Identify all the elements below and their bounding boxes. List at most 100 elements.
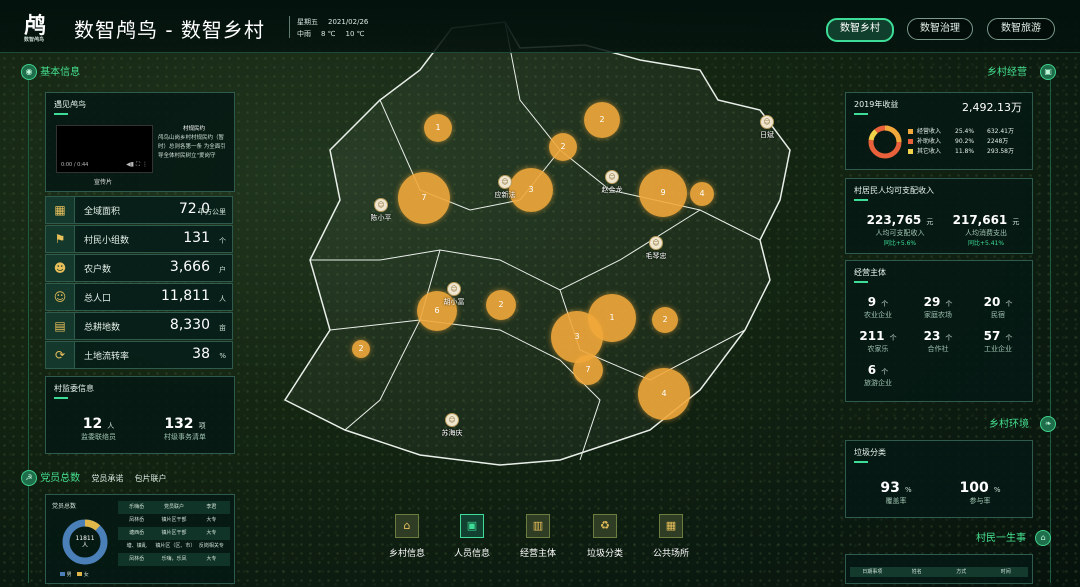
stat-value: 131 — [183, 230, 210, 246]
entity-unit: 个 — [889, 334, 897, 342]
district-boundary — [283, 21, 791, 466]
party-panel: 党员总数 11811 人 男 女 乐嗨岙 党员联户 李君 凤林岙 镇片区干部 大专 塘西岙 镇片… — [45, 494, 235, 584]
village-pin[interactable]: ☺ 胡小富 — [432, 282, 476, 307]
population-icon: ☺ — [46, 284, 75, 310]
entity-item: 211 个农家乐 — [850, 325, 906, 354]
pin-label: 胡小富 — [443, 298, 465, 306]
temp-low: 8 ℃ — [321, 30, 336, 38]
bottom-nav-item[interactable]: ▣ 人员信息 — [442, 514, 502, 559]
tab-party-promise[interactable]: 党员承诺 — [91, 474, 123, 483]
pin-icon: ☺ — [760, 115, 774, 129]
nav-digital-tourism[interactable]: 数智旅游 — [987, 18, 1055, 40]
farmer-icon: ☻ — [46, 255, 75, 281]
village-pin[interactable]: ☺ 陈小平 — [359, 198, 403, 223]
panel-title: 经营主体 — [846, 261, 1032, 285]
bottom-nav-item[interactable]: ▦ 公共场所 — [641, 514, 701, 559]
table-cell: 乐嗨，乐凤 — [161, 556, 187, 562]
bottom-nav-label: 公共场所 — [652, 549, 689, 559]
entity-unit: 个 — [1005, 334, 1013, 342]
table-cell: 镇片区干部 — [161, 517, 187, 523]
cluster-marker[interactable]: 2 — [486, 290, 516, 320]
entity-value: 23 — [923, 329, 941, 343]
nav-digital-village[interactable]: 数智乡村 — [826, 18, 894, 42]
legend-label: 补助收入 — [917, 138, 942, 145]
weather: 中雨 — [297, 30, 311, 38]
village-rules: 村规民约 鸬鸟山岗乡村村规民约（暂时）总则各第一条 为全面引导全体村民树立"爱岗… — [158, 125, 230, 161]
entity-value: 211 — [859, 329, 885, 343]
stat-unit: 人 — [219, 295, 226, 303]
committee-items: 132 项 村级事务清单 — [164, 416, 206, 441]
pin-label: 毛琴忠 — [645, 252, 667, 260]
cluster-marker[interactable]: 9 — [639, 169, 687, 217]
village-pin[interactable]: ☺ 毛琴忠 — [634, 236, 678, 261]
legend-value: 632.41万 — [987, 128, 1014, 135]
pin-label: 赵金龙 — [601, 186, 623, 194]
entity-unit: 个 — [881, 368, 889, 376]
cluster-marker[interactable]: 2 — [652, 307, 678, 333]
rules-title: 村规民约 — [182, 126, 205, 132]
video-controls-icon[interactable]: ◀▮ ⛶ ⋮ — [126, 161, 148, 169]
village-pin[interactable]: ☺ 苏海庆 — [430, 413, 474, 438]
legend-label: 经营收入 — [917, 128, 942, 135]
cluster-marker[interactable]: 7 — [398, 172, 450, 224]
panel-title: 村居民人均可支配收入 — [846, 179, 1032, 203]
table-cell: 乐嗨岙 — [129, 504, 145, 510]
table-row: 塘、镇乱 镇片区（区、市） 反岗相关专 — [118, 540, 230, 553]
stat-label: 土地流转率 — [84, 352, 130, 362]
table-cell: 塘、镇乱 — [126, 543, 147, 549]
cluster-marker[interactable]: 2 — [352, 340, 370, 358]
stat-value: 11,811 — [161, 288, 210, 304]
entity-value: 57 — [983, 329, 1001, 343]
cluster-marker[interactable]: 2 — [584, 102, 620, 138]
video-player[interactable]: 0:00 / 0:44 ◀▮ ⛶ ⋮ — [56, 125, 153, 173]
stat-label: 农户数 — [84, 265, 112, 275]
disposable-income-panel: 村居民人均可支配收入 223,765 元 人均可支配收入 同比+5.6% 217… — [845, 178, 1033, 254]
cluster-marker[interactable]: 1 — [424, 114, 452, 142]
table-cell: 大专 — [206, 556, 217, 562]
legend-swatch — [908, 129, 913, 134]
table-cell: 党员联户 — [163, 504, 184, 510]
app-title: 数智鸬鸟 - 数智乡村 — [74, 18, 265, 42]
table-row: 凤林岙 镇片区干部 大专 — [118, 514, 230, 527]
cluster-marker[interactable]: 7 — [573, 355, 603, 385]
cluster-marker[interactable]: 4 — [638, 368, 690, 420]
table-cell: 凤林岙 — [129, 556, 145, 562]
area-icon: ▦ — [46, 197, 75, 223]
cluster-marker[interactable]: 3 — [551, 311, 603, 363]
village-icon: ⌂ — [395, 514, 419, 538]
right-rail — [1050, 68, 1051, 583]
stat-label: 总耕地数 — [84, 323, 121, 333]
section-events: 村民一生事 ⌂ — [976, 530, 1052, 546]
cluster-marker[interactable]: 4 — [690, 182, 714, 206]
trash-icon: ♻ — [593, 514, 617, 538]
stat-unit: 亩 — [219, 324, 226, 332]
nav-digital-governance[interactable]: 数智治理 — [907, 18, 973, 40]
temp-high: 10 ℃ — [345, 30, 365, 38]
village-pin[interactable]: ☺ 日斌 — [745, 115, 789, 140]
bottom-nav-item[interactable]: ♻ 垃圾分类 — [575, 514, 635, 559]
events-col-header: 时间 — [1000, 569, 1011, 575]
bottom-nav-item[interactable]: ⌂ 乡村信息 — [377, 514, 437, 559]
pin-label: 应新法 — [494, 191, 516, 199]
village-pin[interactable]: ☺ 应新法 — [483, 175, 527, 200]
pin-icon: ☺ — [447, 282, 461, 296]
table-cell: 大专 — [206, 517, 217, 523]
home-icon: ⌂ — [1035, 530, 1052, 546]
video-caption: 宣传片 — [94, 179, 113, 186]
table-row: 乐嗨岙 党员联户 李君 — [118, 501, 230, 514]
legend-label: 其它收入 — [917, 148, 942, 155]
village-pin[interactable]: ☺ 赵金龙 — [590, 170, 634, 195]
cluster-marker[interactable]: 2 — [549, 133, 577, 161]
bottom-nav-item[interactable]: ▥ 经营主体 — [508, 514, 568, 559]
stat-row: ⟳ 土地流转率 38% — [45, 341, 233, 369]
legend-row: 补助收入 90.2% 2248万 — [908, 137, 1026, 147]
village-intro-panel: 遇见鸬鸟 0:00 / 0:44 ◀▮ ⛶ ⋮ 宣传片 村规民约 鸬鸟山岗乡村村… — [45, 92, 235, 192]
tab-party-household[interactable]: 包片联户 — [135, 474, 167, 483]
panel-title: 党员总数 — [52, 503, 77, 510]
table-row: 凤林岙 乐嗨，乐凤 大专 — [118, 553, 230, 566]
stat-value: 38 — [192, 346, 210, 362]
stat-value: 8,330 — [169, 317, 210, 333]
entity-value: 9 — [867, 295, 877, 309]
entity-label: 工业企业 — [984, 345, 1012, 353]
stat-unit: % — [219, 352, 226, 360]
